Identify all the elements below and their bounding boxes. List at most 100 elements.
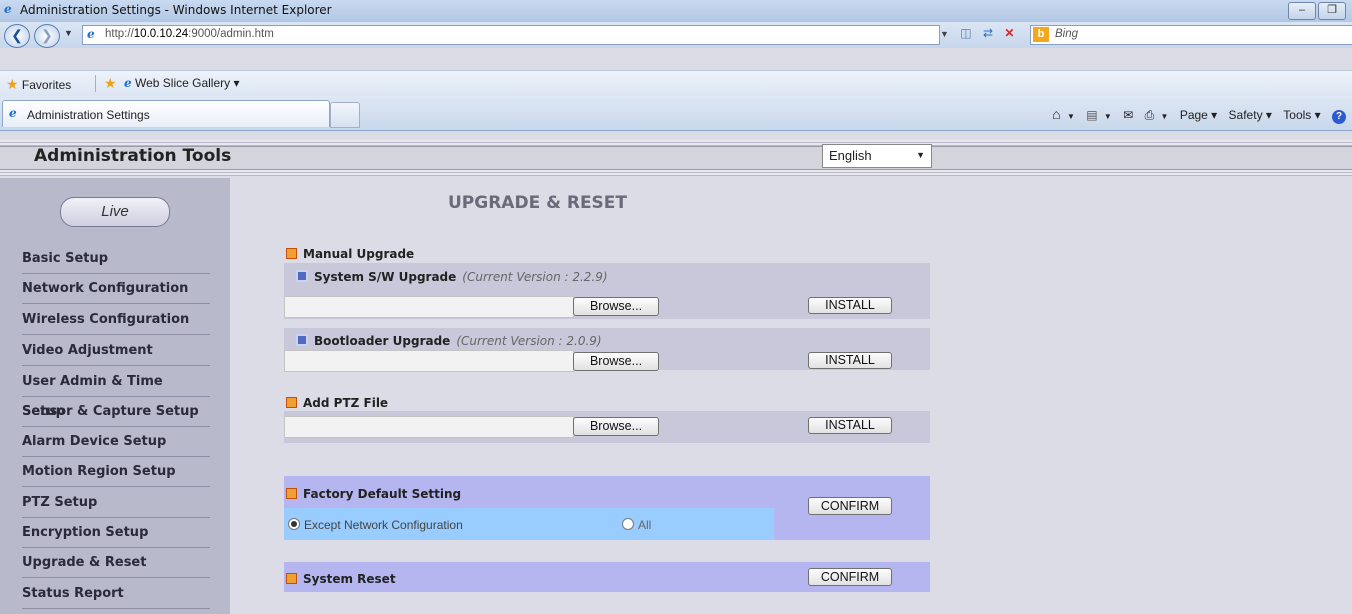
sidebar-item-upgrade-reset[interactable]: Upgrade & Reset: [22, 548, 210, 578]
sidebar-item-motion-region-setup[interactable]: Motion Region Setup: [22, 457, 210, 487]
chevron-down-icon: ▼: [916, 150, 925, 160]
print-dropdown-icon[interactable]: ▼: [1161, 112, 1169, 121]
factory-default-label: Factory Default Setting: [303, 487, 462, 501]
system-reset-confirm-button[interactable]: CONFIRM: [808, 568, 892, 586]
sidebar-item-basic-setup[interactable]: Basic Setup: [22, 244, 210, 274]
except-network-option[interactable]: Except Network Configuration: [288, 518, 463, 532]
address-bar-row: ❮ ❯ ▼ e http://10.0.10.24:9000/admin.htm…: [0, 22, 1352, 48]
back-button[interactable]: ❮: [4, 24, 30, 48]
compatibility-view-icon[interactable]: ◫: [960, 26, 971, 40]
favorites-label: Favorites: [21, 78, 72, 92]
tab-label: Administration Settings: [27, 108, 150, 122]
admin-tools-title: Administration Tools: [34, 146, 232, 166]
bootloader-install-button[interactable]: INSTALL: [808, 352, 892, 369]
blue-bullet-icon: [296, 270, 308, 282]
restore-button[interactable]: ❐: [1318, 2, 1346, 20]
page-menu[interactable]: Page ▾: [1180, 108, 1217, 122]
favorites-separator: [95, 75, 96, 92]
sidebar-item-wireless-configuration[interactable]: Wireless Configuration: [22, 305, 210, 335]
window-title: Administration Settings - Windows Intern…: [20, 3, 332, 17]
sidebar-item-network-configuration[interactable]: Network Configuration: [22, 274, 210, 304]
add-to-favorites-icon[interactable]: ★: [104, 75, 117, 92]
sw-upgrade-label: System S/W Upgrade: [314, 270, 457, 284]
ptz-install-button[interactable]: INSTALL: [808, 417, 892, 434]
all-option[interactable]: All: [622, 518, 651, 532]
web-slice-ie-icon: e: [124, 76, 132, 90]
blue-bullet-icon: [296, 334, 308, 346]
safety-menu[interactable]: Safety ▾: [1229, 108, 1272, 122]
manual-upgrade-heading: Manual Upgrade: [286, 247, 414, 261]
web-slice-gallery-link[interactable]: e Web Slice Gallery ▾: [124, 76, 240, 90]
web-slice-label: Web Slice Gallery ▾: [134, 76, 240, 90]
sidebar-item-video-adjustment[interactable]: Video Adjustment: [22, 336, 210, 366]
sidebar-item-user-admin-time-setup[interactable]: User Admin & Time Setup: [22, 367, 210, 419]
sw-file-input[interactable]: [284, 296, 574, 318]
address-input[interactable]: e http://10.0.10.24:9000/admin.htm: [82, 25, 940, 45]
sw-version: (Current Version : 2.2.9): [462, 270, 608, 284]
tab-administration-settings[interactable]: e Administration Settings: [2, 100, 330, 127]
bootloader-file-input[interactable]: [284, 350, 574, 372]
home-dropdown-icon[interactable]: ▼: [1067, 112, 1075, 121]
orange-bullet-icon: [286, 397, 297, 408]
feeds-icon[interactable]: ▤: [1086, 108, 1097, 122]
orange-bullet-icon: [286, 248, 297, 259]
sidebar-item-ptz-setup[interactable]: PTZ Setup: [22, 488, 210, 518]
feeds-dropdown-icon[interactable]: ▼: [1104, 112, 1112, 121]
sw-upgrade-heading: System S/W Upgrade (Current Version : 2.2…: [296, 270, 608, 284]
new-tab-button[interactable]: [330, 102, 360, 128]
address-bar-actions: ▼ ◫ ⇄ ✕: [940, 26, 1014, 40]
tools-menu[interactable]: Tools ▾: [1283, 108, 1320, 122]
page-icon: e: [87, 27, 95, 41]
stop-icon[interactable]: ✕: [1004, 26, 1014, 40]
system-reset-heading: System Reset: [286, 572, 396, 586]
recent-pages-dropdown-icon[interactable]: ▼: [64, 28, 73, 38]
bing-icon: b: [1033, 27, 1049, 42]
address-dropdown-icon[interactable]: ▼: [940, 29, 949, 39]
command-bar: ⌂ ▼ ▤ ▼ ✉ ⎙ ▼ Page ▾ Safety ▾ Tools ▾ ?: [1044, 106, 1346, 124]
manual-upgrade-label: Manual Upgrade: [303, 247, 415, 261]
refresh-icon[interactable]: ⇄: [983, 26, 993, 40]
except-network-label: Except Network Configuration: [304, 518, 463, 532]
sidebar-item-status-report[interactable]: Status Report: [22, 579, 210, 609]
favorites-button[interactable]: ★ Favorites: [6, 76, 71, 93]
live-button[interactable]: Live: [60, 197, 170, 227]
system-reset-label: System Reset: [303, 572, 396, 586]
window-controls: – ❐: [1286, 2, 1346, 20]
sidebar-item-sensor-capture-setup[interactable]: Sensor & Capture Setup: [22, 397, 210, 427]
search-placeholder: Bing: [1055, 28, 1079, 40]
ptz-file-input[interactable]: [284, 416, 574, 438]
forward-arrow-icon: ❯: [41, 27, 53, 43]
orange-bullet-icon: [286, 573, 297, 584]
sw-install-button[interactable]: INSTALL: [808, 297, 892, 314]
ie-icon: e: [4, 2, 12, 16]
bootloader-heading: Bootloader Upgrade (Current Version : 2.0…: [296, 334, 602, 348]
bootloader-label: Bootloader Upgrade: [314, 334, 451, 348]
forward-button[interactable]: ❯: [34, 24, 60, 48]
print-icon[interactable]: ⎙: [1145, 108, 1155, 122]
home-icon[interactable]: ⌂: [1052, 106, 1060, 122]
factory-confirm-button[interactable]: CONFIRM: [808, 497, 892, 515]
radio-unchecked-icon[interactable]: [622, 518, 634, 530]
favorites-star-icon: ★: [6, 76, 19, 92]
language-select[interactable]: English ▼: [822, 144, 932, 168]
sw-browse-button[interactable]: Browse...: [573, 297, 659, 316]
orange-bullet-icon: [286, 488, 297, 499]
back-arrow-icon: ❮: [11, 27, 23, 43]
favorites-bar: ★ Favorites ★ e Web Slice Gallery ▾: [0, 70, 1352, 97]
factory-default-heading: Factory Default Setting: [286, 487, 461, 501]
ptz-browse-button[interactable]: Browse...: [573, 417, 659, 436]
bootloader-version: (Current Version : 2.0.9): [456, 334, 602, 348]
read-mail-icon[interactable]: ✉: [1123, 108, 1133, 122]
radio-checked-icon[interactable]: [288, 518, 300, 530]
minimize-button[interactable]: –: [1288, 2, 1316, 20]
page-title: UPGRADE & RESET: [448, 193, 628, 213]
url-text: http://10.0.10.24:9000/admin.htm: [105, 28, 274, 40]
help-icon[interactable]: ?: [1332, 110, 1346, 124]
sidebar-item-encryption-setup[interactable]: Encryption Setup: [22, 518, 210, 548]
tab-ie-icon: e: [9, 106, 17, 120]
add-ptz-label: Add PTZ File: [303, 396, 389, 410]
search-input[interactable]: b Bing: [1030, 25, 1352, 45]
all-label: All: [638, 518, 652, 532]
bootloader-browse-button[interactable]: Browse...: [573, 352, 659, 371]
sidebar-item-alarm-device-setup[interactable]: Alarm Device Setup: [22, 427, 210, 457]
